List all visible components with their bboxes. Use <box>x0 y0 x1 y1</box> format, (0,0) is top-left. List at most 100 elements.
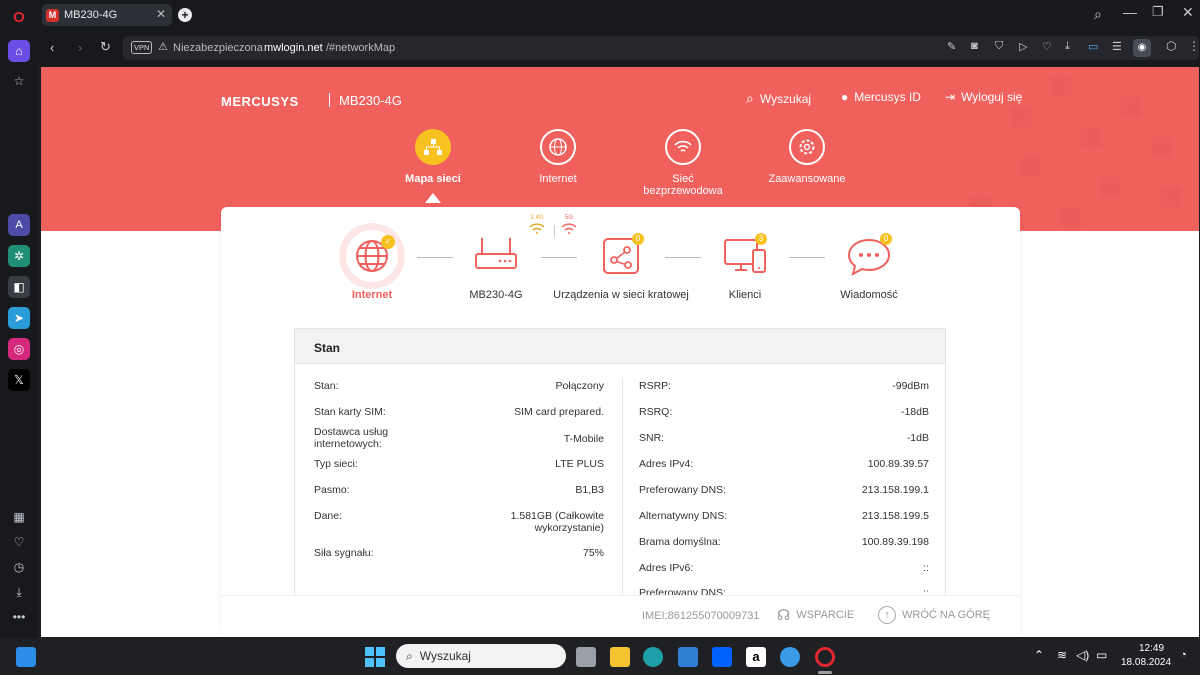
minimize-button[interactable]: — <box>1123 4 1137 20</box>
clients-count-badge: 3 <box>755 233 767 245</box>
search-tabs-icon[interactable]: ⌕ <box>1094 6 1102 23</box>
opera-taskbar-icon[interactable] <box>815 647 835 667</box>
status-row: Dostawca usług internetowych: T-Mobile <box>314 426 604 450</box>
status-value: 75% <box>582 547 604 559</box>
status-label: Brama domyślna: <box>639 536 721 548</box>
shopping-icon[interactable]: ◧ <box>8 276 30 298</box>
topology-messages[interactable]: 0 Wiadomość <box>814 227 924 301</box>
back-to-top-link[interactable]: ↑ WRÓĆ NA GÓRĘ <box>878 606 990 624</box>
easy-setup-icon[interactable]: ☰ <box>1112 40 1122 53</box>
status-panel: Stan Stan: Połączony Stan karty SIM: SIM c… <box>294 328 946 613</box>
topology-internet[interactable]: ✓ Internet <box>317 223 427 301</box>
bookmarks-star-icon[interactable]: ☆ <box>8 70 30 92</box>
model-title: MB230-4G <box>339 93 402 108</box>
instagram-icon[interactable]: ◎ <box>8 338 30 360</box>
dropbox-icon[interactable] <box>712 647 732 667</box>
opera-logo-icon[interactable]: O <box>8 6 30 28</box>
mail-icon[interactable] <box>678 647 698 667</box>
wifi-tray-icon[interactable]: ≋ <box>1057 648 1067 662</box>
tab-network-map[interactable]: Mapa sieci <box>373 129 493 185</box>
tab-bar: M MB230-4G ✕ + ⌕ — ❐ ✕ <box>38 0 1200 30</box>
mercusys-id-link[interactable]: ● Mercusys ID <box>841 90 921 104</box>
topology-mesh-devices[interactable]: 0 Urządzenia w sieci kratowej <box>551 227 691 301</box>
notifications-icon[interactable]: ◔ <box>1180 649 1187 661</box>
status-value: 213.158.199.1 <box>861 484 929 496</box>
active-tab[interactable]: M MB230-4G ✕ <box>42 4 172 26</box>
download-icon[interactable]: ⤓ <box>1065 40 1070 53</box>
url-field[interactable]: VPN ⚠ Niezabezpieczona mwlogin.net /#net… <box>123 36 1199 60</box>
tray-chevron-icon[interactable]: ⌃ <box>1034 648 1044 662</box>
file-explorer-icon[interactable] <box>610 647 630 667</box>
volume-icon[interactable]: ◁) <box>1076 648 1089 662</box>
band-5g-label: 5G <box>564 215 573 221</box>
home-icon[interactable]: ⌂ <box>8 40 30 62</box>
extensions-icon[interactable]: ⬡ <box>1166 39 1176 53</box>
menu-icon[interactable]: ⋮ <box>1188 39 1200 53</box>
heart-icon[interactable]: ♡ <box>1042 40 1052 53</box>
address-bar: ‹ › ↻ VPN ⚠ Niezabezpieczona mwlogin.net… <box>38 30 1200 66</box>
play-icon[interactable]: ▷ <box>1019 40 1027 53</box>
forward-button[interactable]: › <box>78 40 82 55</box>
telegram-icon[interactable]: ➤ <box>8 307 30 329</box>
start-button[interactable] <box>365 647 385 667</box>
workspaces-icon[interactable]: ▦ <box>8 506 30 528</box>
status-row: Dane: 1.581GB (Całkowite wykorzystanie) <box>314 510 604 534</box>
tab-internet[interactable]: Internet <box>498 129 618 185</box>
heart-icon[interactable]: ♡ <box>8 531 30 553</box>
tab-title: MB230-4G <box>64 9 118 21</box>
status-title: Stan <box>295 329 945 364</box>
tab-internet-label: Internet <box>539 173 577 185</box>
reload-button[interactable]: ↻ <box>100 39 111 55</box>
status-label: Typ sieci: <box>314 458 358 470</box>
back-button[interactable]: ‹ <box>50 40 54 55</box>
aria-icon[interactable]: A <box>8 214 30 236</box>
shield-icon[interactable]: ⛉ <box>995 40 1003 53</box>
widgets-icon[interactable] <box>16 647 36 667</box>
status-label: RSRP: <box>639 380 672 392</box>
band-2-4g[interactable]: 2.4G <box>527 215 547 239</box>
edit-icon[interactable]: ✎ <box>947 40 956 53</box>
restore-button[interactable]: ❐ <box>1152 4 1164 20</box>
tab-wireless[interactable]: Sieć bezprzewodowa <box>623 129 743 197</box>
app-icon[interactable] <box>780 647 800 667</box>
support-label: WSPARCIE <box>796 609 855 621</box>
new-tab-button[interactable]: + <box>178 8 192 22</box>
downloads-icon[interactable]: ⤓ <box>8 581 30 603</box>
connected-check-icon: ✓ <box>381 235 395 249</box>
battery-tray-icon[interactable]: ▭ <box>1096 648 1107 662</box>
camera-icon[interactable]: ◙ <box>971 40 978 52</box>
topology-messages-label: Wiadomość <box>840 289 898 301</box>
vpn-badge[interactable]: VPN <box>131 41 153 54</box>
close-tab-icon[interactable]: ✕ <box>156 7 166 21</box>
amazon-icon[interactable]: a <box>746 647 766 667</box>
close-window-button[interactable]: ✕ <box>1182 4 1194 21</box>
url-path: /#networkMap <box>326 42 396 54</box>
status-label: Dostawca usług internetowych: <box>314 426 389 450</box>
status-value: LTE PLUS <box>555 458 604 470</box>
logout-link[interactable]: ⇥ Wyloguj się <box>945 90 1022 104</box>
status-label: Alternatywny DNS: <box>639 510 728 522</box>
search-link[interactable]: ⌕ Wyszukaj <box>746 90 811 107</box>
tab-favicon-icon: M <box>46 8 59 22</box>
status-value: T-Mobile <box>563 433 604 445</box>
logout-label: Wyloguj się <box>961 90 1023 104</box>
profile-icon[interactable]: ◉ <box>1133 39 1151 57</box>
support-link[interactable]: ☊ WSPARCIE <box>777 606 854 624</box>
taskbar-search[interactable]: ⌕ Wyszukaj <box>396 644 566 668</box>
clock-time[interactable]: 12:49 <box>1139 643 1164 654</box>
status-value: :: <box>923 562 929 574</box>
arrow-up-icon: ↑ <box>878 606 896 624</box>
history-icon[interactable]: ◷ <box>8 556 30 578</box>
status-row: RSRP: -99dBm <box>639 380 929 392</box>
edge-icon[interactable] <box>643 647 663 667</box>
chatgpt-icon[interactable]: ✲ <box>8 245 30 267</box>
clock-date[interactable]: 18.08.2024 <box>1121 657 1171 668</box>
x-icon[interactable]: 𝕏 <box>8 369 30 391</box>
more-icon[interactable]: ••• <box>8 606 30 628</box>
status-label: Stan karty SIM: <box>314 406 386 418</box>
brand-logo: MERCUSYS <box>221 94 299 109</box>
battery-icon[interactable]: ▭ <box>1088 40 1098 53</box>
tab-advanced[interactable]: Zaawansowane <box>747 129 867 185</box>
task-view-icon[interactable] <box>576 647 596 667</box>
topology-clients[interactable]: 3 Klienci <box>690 227 800 301</box>
